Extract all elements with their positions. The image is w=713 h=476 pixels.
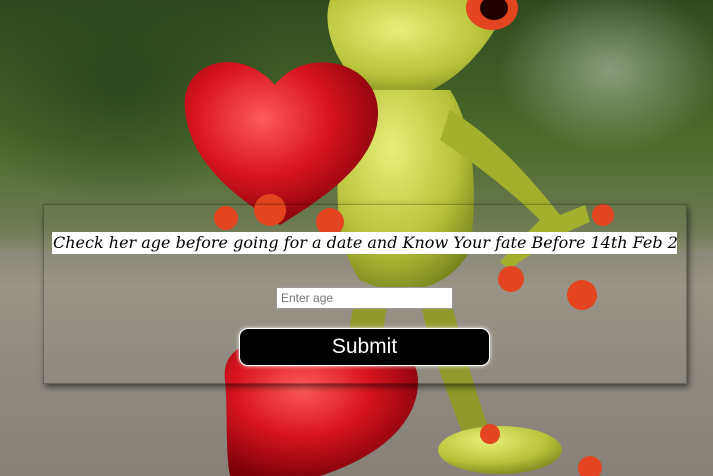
submit-button[interactable]: Submit: [239, 328, 490, 366]
headline-text: Check her age before going for a date an…: [52, 232, 677, 254]
age-input[interactable]: [276, 287, 453, 309]
